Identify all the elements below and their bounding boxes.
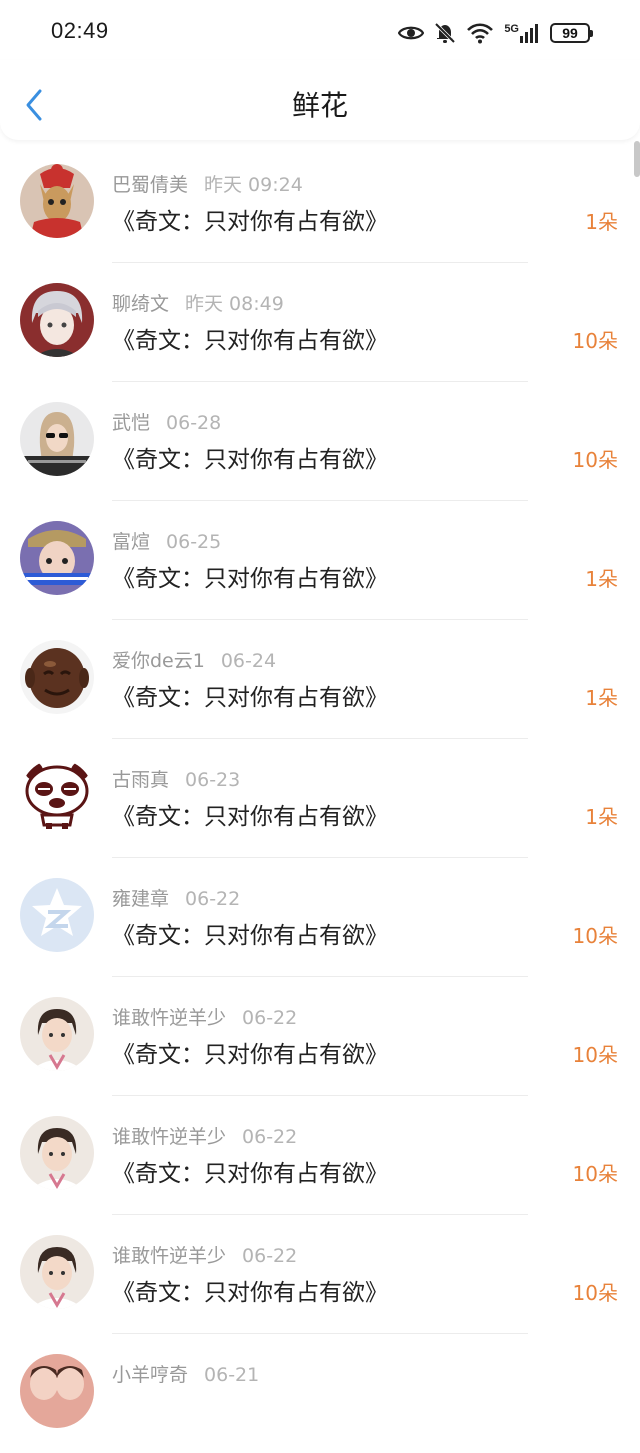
- item-meta: 谁敢忤逆羊少 06-22: [112, 1003, 297, 1030]
- user-name[interactable]: 谁敢忤逆羊少: [112, 1126, 226, 1148]
- item-date: 06-22: [242, 1126, 298, 1148]
- list-item[interactable]: 武恺 06-28 《奇文：只对你有占有欲》 10朵: [0, 382, 640, 501]
- item-meta: 谁敢忤逆羊少 06-22: [112, 1122, 297, 1149]
- buddha-avatar[interactable]: [20, 640, 94, 714]
- list-item[interactable]: 雍建章 06-22 《奇文：只对你有占有欲》 10朵: [0, 858, 640, 977]
- user-name[interactable]: 古雨真: [112, 769, 169, 791]
- flower-count: 10朵: [572, 1043, 618, 1067]
- bell-muted-icon: [434, 22, 456, 44]
- flower-count: 1朵: [585, 686, 618, 710]
- book-title[interactable]: 《奇文：只对你有占有欲》: [112, 440, 388, 474]
- book-title[interactable]: 《奇文：只对你有占有欲》: [112, 797, 388, 831]
- item-meta: 小羊哼奇 06-21: [112, 1360, 259, 1387]
- header: 鲜花: [0, 60, 640, 140]
- student-avatar[interactable]: [20, 1116, 94, 1190]
- list-item[interactable]: 谁敢忤逆羊少 06-22 《奇文：只对你有占有欲》 10朵: [0, 1096, 640, 1215]
- wifi-icon: [466, 22, 494, 44]
- item-meta: 谁敢忤逆羊少 06-22: [112, 1241, 297, 1268]
- flower-count: 1朵: [585, 567, 618, 591]
- boy-avatar[interactable]: [20, 521, 94, 595]
- item-meta: 巴蜀倩美 昨天 09:24: [112, 170, 303, 197]
- dog-avatar[interactable]: [20, 164, 94, 238]
- item-date: 昨天 08:49: [185, 293, 284, 315]
- item-meta: 武恺 06-28: [112, 408, 221, 435]
- book-title[interactable]: 《奇文：只对你有占有欲》: [112, 916, 388, 950]
- flower-list: 巴蜀倩美 昨天 09:24 《奇文：只对你有占有欲》 1朵 聊绮文 昨天 08:49…: [0, 144, 640, 1453]
- item-date: 06-22: [242, 1245, 298, 1267]
- item-date: 06-23: [185, 769, 241, 791]
- status-bar: 02:49 5G 99: [0, 0, 640, 64]
- item-meta: 雍建章 06-22: [112, 884, 240, 911]
- user-name[interactable]: 聊绮文: [112, 293, 169, 315]
- item-meta: 富煊 06-25: [112, 527, 221, 554]
- flower-count: 10朵: [572, 329, 618, 353]
- list-item[interactable]: 谁敢忤逆羊少 06-22 《奇文：只对你有占有欲》 10朵: [0, 977, 640, 1096]
- user-name[interactable]: 谁敢忤逆羊少: [112, 1007, 226, 1029]
- item-date: 06-21: [204, 1364, 260, 1386]
- book-title[interactable]: 《奇文：只对你有占有欲》: [112, 1273, 388, 1307]
- book-title[interactable]: 《奇文：只对你有占有欲》: [112, 1035, 388, 1069]
- list-item[interactable]: 富煊 06-25 《奇文：只对你有占有欲》 1朵: [0, 501, 640, 620]
- book-title[interactable]: 《奇文：只对你有占有欲》: [112, 559, 388, 593]
- user-name[interactable]: 爱你de云1: [112, 650, 205, 672]
- panda-avatar[interactable]: [20, 759, 94, 833]
- user-name[interactable]: 武恺: [112, 412, 150, 434]
- flower-count: 1朵: [585, 210, 618, 234]
- signal-icon: 5G: [504, 23, 540, 43]
- status-time: 02:49: [51, 18, 109, 43]
- user-name[interactable]: 巴蜀倩美: [112, 174, 188, 196]
- book-title[interactable]: 《奇文：只对你有占有欲》: [112, 321, 388, 355]
- battery-icon: 99: [550, 23, 593, 43]
- flower-count: 10朵: [572, 924, 618, 948]
- user-name[interactable]: 雍建章: [112, 888, 169, 910]
- flower-count: 1朵: [585, 805, 618, 829]
- list-item[interactable]: 小羊哼奇 06-21: [0, 1334, 640, 1453]
- item-date: 昨天 09:24: [204, 174, 303, 196]
- list-item[interactable]: 古雨真 06-23 《奇文：只对你有占有欲》 1朵: [0, 739, 640, 858]
- list-item[interactable]: 谁敢忤逆羊少 06-22 《奇文：只对你有占有欲》 10朵: [0, 1215, 640, 1334]
- default-avatar[interactable]: [20, 878, 94, 952]
- network-type: 5G: [504, 23, 519, 35]
- item-date: 06-24: [220, 650, 277, 672]
- book-title[interactable]: 《奇文：只对你有占有欲》: [112, 678, 388, 712]
- book-title[interactable]: 《奇文：只对你有占有欲》: [112, 1154, 388, 1188]
- list-item[interactable]: 爱你de云1 06-24 《奇文：只对你有占有欲》 1朵: [0, 620, 640, 739]
- status-icons: 5G 99: [398, 19, 593, 47]
- flower-count: 10朵: [572, 448, 618, 472]
- item-date: 06-22: [242, 1007, 298, 1029]
- girl-avatar[interactable]: [20, 402, 94, 476]
- anime-avatar[interactable]: [20, 283, 94, 357]
- list-item[interactable]: 巴蜀倩美 昨天 09:24 《奇文：只对你有占有欲》 1朵: [0, 144, 640, 263]
- student-avatar[interactable]: [20, 997, 94, 1071]
- user-name[interactable]: 富煊: [112, 531, 150, 553]
- student-avatar[interactable]: [20, 1235, 94, 1309]
- user-name[interactable]: 小羊哼奇: [112, 1364, 188, 1386]
- battery-level: 99: [562, 25, 578, 41]
- item-meta: 爱你de云1 06-24: [112, 646, 276, 673]
- eye-icon: [398, 24, 425, 42]
- item-meta: 聊绮文 昨天 08:49: [112, 289, 284, 316]
- item-date: 06-22: [185, 888, 241, 910]
- page-title: 鲜花: [291, 89, 348, 122]
- book-title[interactable]: 《奇文：只对你有占有欲》: [112, 202, 388, 236]
- user-name[interactable]: 谁敢忤逆羊少: [112, 1245, 226, 1267]
- item-meta: 古雨真 06-23: [112, 765, 240, 792]
- couple-avatar[interactable]: [20, 1354, 94, 1428]
- item-date: 06-25: [166, 531, 222, 553]
- item-date: 06-28: [166, 412, 222, 434]
- flower-count: 10朵: [572, 1162, 618, 1186]
- flower-count: 10朵: [572, 1281, 618, 1305]
- list-item[interactable]: 聊绮文 昨天 08:49 《奇文：只对你有占有欲》 10朵: [0, 263, 640, 382]
